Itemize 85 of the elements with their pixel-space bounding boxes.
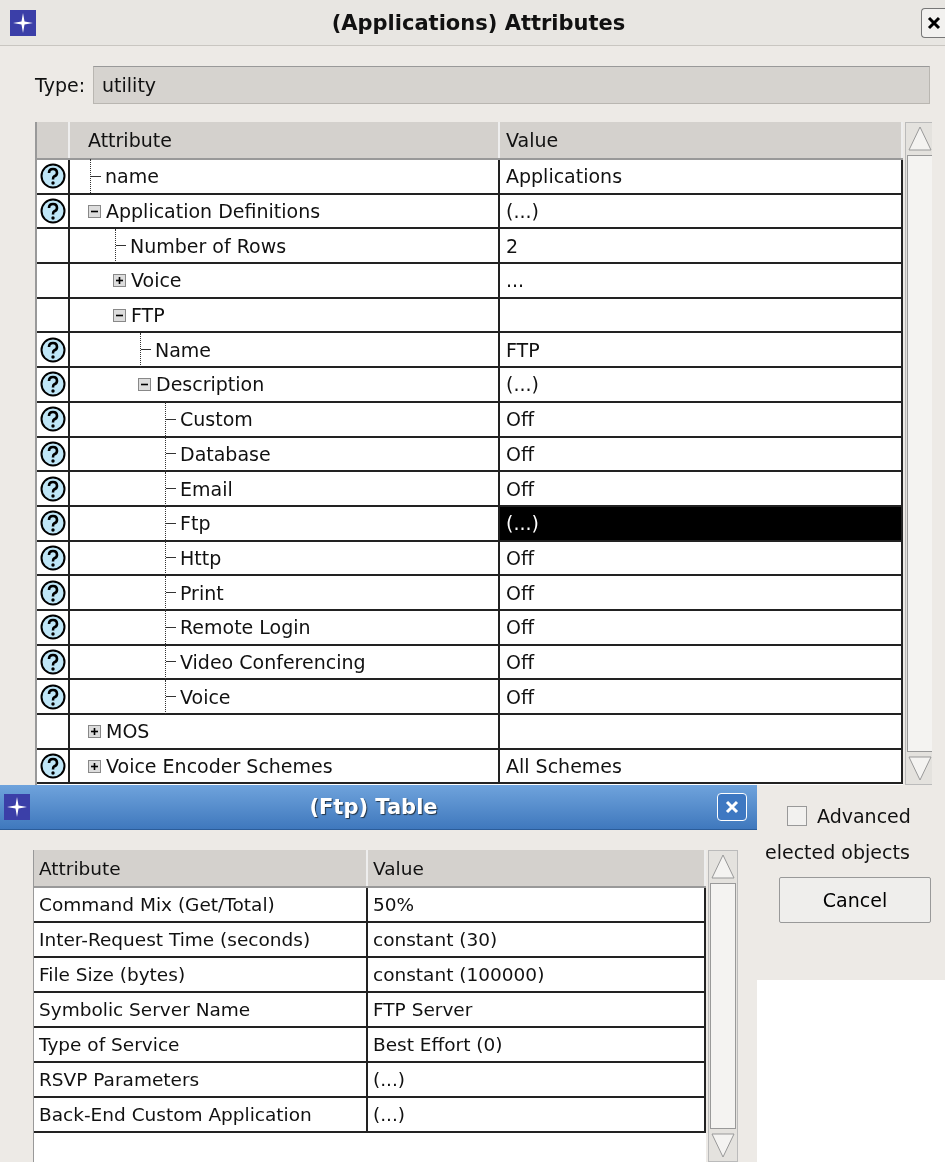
value-cell[interactable]: Off bbox=[500, 437, 903, 471]
attribute-cell[interactable]: Back-End Custom Application bbox=[34, 1098, 368, 1131]
attribute-cell[interactable]: Name bbox=[70, 333, 500, 367]
attribute-cell[interactable]: Database bbox=[70, 437, 500, 471]
attribute-cell[interactable]: Remote Login bbox=[70, 610, 500, 644]
expand-icon[interactable] bbox=[88, 759, 101, 773]
attribute-cell[interactable]: Voice Encoder Schemes bbox=[70, 749, 500, 783]
value-cell[interactable]: (...) bbox=[500, 506, 903, 540]
tree-connector bbox=[140, 332, 151, 367]
checkbox[interactable] bbox=[787, 806, 807, 826]
attribute-cell[interactable]: Application Definitions bbox=[70, 194, 500, 228]
value-cell[interactable]: Off bbox=[500, 680, 903, 713]
column-header[interactable]: Value bbox=[368, 850, 706, 886]
collapse-icon[interactable] bbox=[138, 377, 151, 391]
attribute-cell[interactable]: Voice bbox=[70, 680, 500, 713]
attribute-cell[interactable]: Voice bbox=[70, 264, 500, 297]
value-cell[interactable]: Applications bbox=[500, 160, 903, 193]
attribute-cell[interactable]: RSVP Parameters bbox=[34, 1063, 368, 1096]
close-icon bbox=[725, 800, 739, 814]
value-cell[interactable]: ... bbox=[500, 264, 903, 297]
attribute-cell[interactable]: FTP bbox=[70, 298, 500, 332]
value-cell[interactable]: Best Effort (0) bbox=[368, 1028, 706, 1061]
attribute-cell[interactable]: name bbox=[70, 160, 500, 193]
scroll-thumb[interactable] bbox=[710, 883, 736, 1129]
column-header[interactable]: Attribute bbox=[34, 850, 368, 886]
attribute-cell[interactable]: Custom bbox=[70, 402, 500, 436]
value-cell[interactable]: (...) bbox=[500, 368, 903, 401]
attribute-cell[interactable]: MOS bbox=[70, 715, 500, 748]
value-cell[interactable]: All Schemes bbox=[500, 749, 903, 783]
tree-connector bbox=[165, 540, 176, 575]
tree-connector bbox=[165, 471, 176, 506]
attribute-cell[interactable]: Video Conferencing bbox=[70, 645, 500, 679]
close-icon bbox=[926, 15, 941, 30]
attribute-cell[interactable]: Description bbox=[70, 368, 500, 401]
attribute-cell[interactable]: Number of Rows bbox=[70, 229, 500, 263]
dialog-title: (Ftp) Table bbox=[308, 795, 439, 819]
attribute-cell[interactable]: Print bbox=[70, 576, 500, 609]
attribute-cell[interactable]: Email bbox=[70, 472, 500, 505]
tree-connector bbox=[115, 228, 126, 263]
attribute-cell[interactable]: Symbolic Server Name bbox=[34, 993, 368, 1026]
attribute-cell[interactable]: Http bbox=[70, 541, 500, 575]
tree-connector bbox=[165, 506, 176, 541]
window-title: (Applications) Attributes bbox=[330, 10, 627, 35]
collapse-icon[interactable] bbox=[113, 308, 126, 322]
scroll-thumb[interactable] bbox=[907, 155, 932, 752]
value-cell[interactable]: 2 bbox=[500, 229, 903, 263]
tree-connector bbox=[165, 402, 176, 437]
column-header[interactable]: Value bbox=[500, 122, 903, 158]
value-cell[interactable]: Off bbox=[500, 402, 903, 436]
value-cell[interactable]: constant (100000) bbox=[368, 958, 706, 991]
hint-text: elected objects bbox=[764, 841, 911, 863]
expand-icon[interactable] bbox=[113, 273, 126, 287]
close-button[interactable] bbox=[921, 7, 945, 38]
scrollbar[interactable] bbox=[905, 122, 932, 785]
value-cell[interactable]: (...) bbox=[500, 194, 903, 228]
value-cell[interactable]: 50% bbox=[368, 888, 706, 921]
value-cell[interactable]: (...) bbox=[368, 1063, 706, 1096]
attribute-cell[interactable]: File Size (bytes) bbox=[34, 958, 368, 991]
value-cell[interactable]: FTP bbox=[500, 333, 903, 367]
tree-connector bbox=[165, 610, 176, 645]
scrollbar[interactable] bbox=[708, 850, 738, 1162]
value-cell[interactable]: Off bbox=[500, 472, 903, 505]
value-cell[interactable]: Off bbox=[500, 541, 903, 575]
expand-icon[interactable] bbox=[88, 724, 101, 738]
tree-connector bbox=[90, 159, 101, 194]
collapse-icon[interactable] bbox=[88, 204, 101, 218]
value-cell[interactable]: constant (30) bbox=[368, 923, 706, 956]
value-cell[interactable]: (...) bbox=[368, 1098, 706, 1131]
cancel-button[interactable]: Cancel bbox=[779, 877, 931, 923]
value-cell[interactable]: Off bbox=[500, 576, 903, 609]
tree-connector bbox=[165, 575, 176, 610]
value-cell[interactable]: Off bbox=[500, 645, 903, 679]
attribute-cell[interactable]: Inter-Request Time (seconds) bbox=[34, 923, 368, 956]
attribute-cell[interactable]: Type of Service bbox=[34, 1028, 368, 1061]
tree-connector bbox=[165, 644, 176, 679]
value-cell[interactable]: Off bbox=[500, 610, 903, 644]
tree-connector bbox=[165, 679, 176, 714]
app-icon bbox=[10, 9, 36, 36]
app-icon bbox=[4, 794, 30, 820]
attribute-cell[interactable]: Command Mix (Get/Total) bbox=[34, 888, 368, 921]
type-field[interactable]: utility bbox=[93, 66, 930, 104]
advanced-checkbox[interactable]: Advanced bbox=[759, 805, 945, 827]
tree-connector bbox=[165, 436, 176, 471]
value-cell[interactable]: FTP Server bbox=[368, 993, 706, 1026]
type-label: Type: bbox=[35, 74, 86, 96]
